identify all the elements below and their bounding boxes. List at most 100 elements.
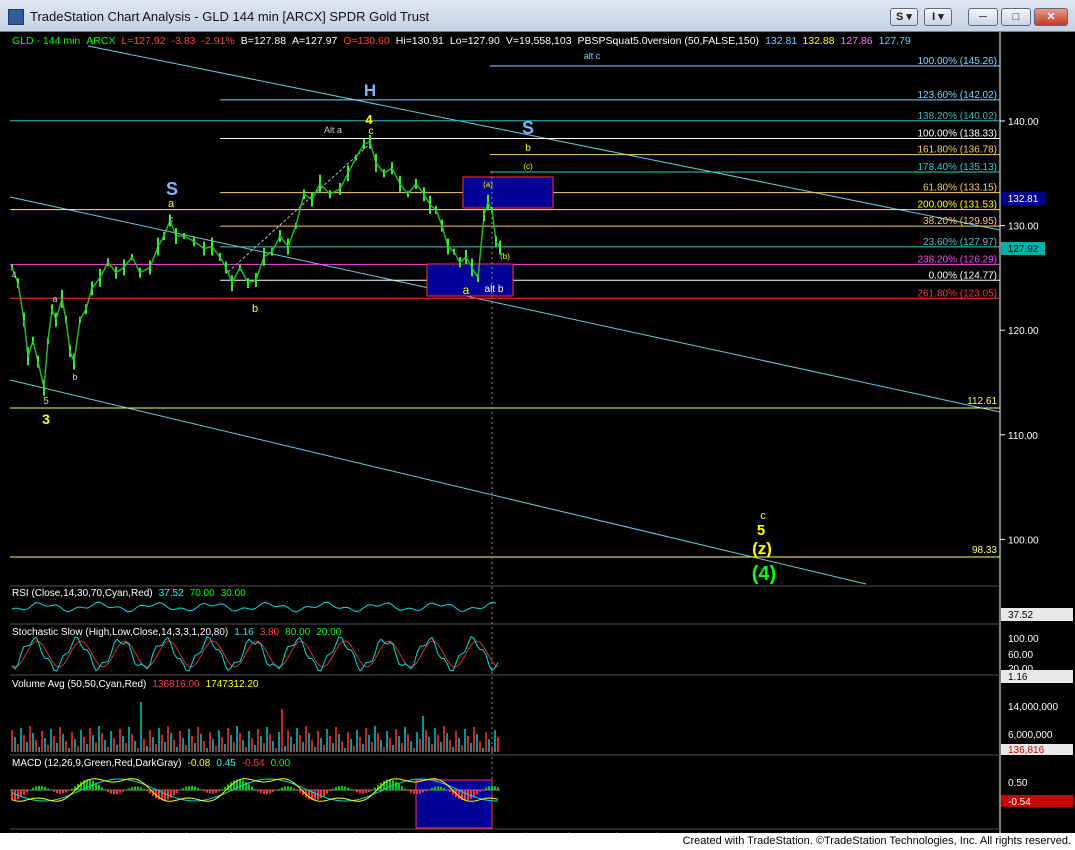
- wave-label: alt c: [584, 51, 601, 61]
- stoch-value: 3.80: [260, 627, 280, 638]
- header-part-14: 127.86: [841, 35, 873, 47]
- stoch-pane-label: Stochastic Slow (High,Low,Close,14,3,3,1…: [12, 627, 342, 638]
- rsi-line: [11, 601, 497, 613]
- macd-value: 0.00: [271, 758, 291, 769]
- price-bar-connector: [43, 340, 49, 388]
- rsi-label-text: RSI (Close,14,30,70,Cyan,Red): [12, 588, 153, 599]
- fib-label: 178.40% (135.13): [917, 162, 997, 173]
- fib-label: 23.60% (127.97): [923, 237, 997, 248]
- header-part-7: O=130.60: [343, 35, 390, 47]
- header-part-2: L=127.92: [121, 35, 165, 47]
- price-tag-127-92: 127.92: [1008, 244, 1039, 255]
- wave-label: (4): [752, 563, 776, 585]
- level-label-112-61: 112.61: [967, 396, 997, 407]
- price-bar-connector: [203, 245, 213, 250]
- price-bar-connector: [279, 235, 289, 247]
- macd-pane-label: MACD (12,26,9,Green,Red,DarkGray) -0.08 0.…: [12, 758, 290, 769]
- indicator-dropdown-button[interactable]: I ▾: [924, 8, 952, 26]
- rsi-value: 30.00: [221, 588, 246, 599]
- wave-label: S: [166, 179, 178, 199]
- wave-label: 4: [365, 112, 373, 127]
- chart-canvas[interactable]: GLD - 144 min ARCX L=127.92 -3.83 -2.91% B=12…: [0, 32, 1075, 833]
- price-bar-connector: [375, 162, 385, 174]
- price-tick-label: 140.00: [1008, 117, 1039, 128]
- macd-value: 0.45: [216, 758, 236, 769]
- maximize-button[interactable]: □: [1001, 8, 1031, 26]
- chart-area[interactable]: GLD - 144 min ARCX L=127.92 -3.83 -2.91% B=12…: [0, 32, 1075, 833]
- fib-label: 261.80% (123.05): [917, 288, 997, 299]
- fib-label: 38.20% (129.95): [923, 216, 997, 227]
- target-box-upper: [462, 176, 554, 209]
- header-part-0: GLD - 144 min: [12, 35, 80, 47]
- header-part-10: V=19,558,103: [506, 35, 572, 47]
- price-tick-label: 130.00: [1008, 222, 1039, 233]
- header-part-13: 132.88: [802, 35, 834, 47]
- macd-value: -0.54: [242, 758, 265, 769]
- channel-lower-line: [9, 379, 867, 585]
- fib-label: 123.60% (142.02): [917, 90, 997, 101]
- price-tick-label: 120.00: [1008, 326, 1039, 337]
- wave-label: S: [522, 118, 534, 138]
- status-bar: Created with TradeStation. ©TradeStation…: [0, 833, 1075, 850]
- price-bar-connector: [91, 277, 101, 289]
- price-tag-132-81: 132.81: [1008, 194, 1039, 205]
- price-bar-connector: [311, 183, 321, 200]
- stoch-tag: 1.16: [1008, 672, 1028, 683]
- macd-tag: -0.54: [1008, 797, 1031, 808]
- price-bar-connector: [73, 319, 81, 362]
- macd-value: -0.08: [188, 758, 211, 769]
- price-bar-connector: [391, 167, 401, 185]
- header-part-11: PBSPSquat5.0version (50,FALSE,150): [578, 35, 760, 47]
- price-bar-connector: [287, 225, 297, 247]
- price-bar-connector: [271, 235, 281, 253]
- wave-label: c: [369, 126, 374, 137]
- price-bar-connector: [193, 240, 205, 250]
- price-bar-connector: [329, 188, 341, 195]
- wave-label: b: [252, 303, 258, 315]
- macd-axis-label: 0.50: [1008, 778, 1028, 789]
- stoch-value: 80.00: [285, 627, 310, 638]
- fib-label: 200.00% (131.53): [917, 200, 997, 211]
- volume-pane-label: Volume Avg (50,50,Cyan,Red) 136816.00 1747…: [12, 679, 259, 690]
- stoch-label-text: Stochastic Slow (High,Low,Close,14,3,3,1…: [12, 627, 228, 638]
- header-part-9: Lo=127.90: [450, 35, 500, 47]
- volume-label-text: Volume Avg (50,50,Cyan,Red): [12, 679, 146, 690]
- price-bar-connector: [211, 246, 221, 258]
- header-part-8: Hi=130.91: [396, 35, 444, 47]
- price-bar-connector: [383, 167, 393, 174]
- chart-header-readout: GLD - 144 min ARCX L=127.92 -3.83 -2.91% B=12…: [12, 35, 911, 47]
- window-titlebar[interactable]: TradeStation Chart Analysis - GLD 144 mi…: [0, 0, 1075, 32]
- stoch-value: 1.16: [234, 627, 254, 638]
- macd-label-text: MACD (12,26,9,Green,Red,DarkGray): [12, 758, 182, 769]
- rsi-value: 37.52: [159, 588, 184, 599]
- copyright-credit: Created with TradeStation. ©TradeStation…: [682, 835, 1071, 847]
- volume-value: 136816.00: [152, 679, 200, 690]
- wave-label: c: [169, 214, 174, 224]
- volume-axis-label: 14,000,000: [1008, 702, 1058, 713]
- minimize-button[interactable]: ─: [968, 8, 998, 26]
- close-button[interactable]: ✕: [1034, 8, 1068, 26]
- header-part-12: 132.81: [765, 35, 797, 47]
- fib-label: 100.00% (138.33): [917, 128, 997, 139]
- stoch-axis-label: 60.00: [1008, 650, 1033, 661]
- wave-label: b: [72, 372, 77, 382]
- rsi-value: 70.00: [190, 588, 215, 599]
- fib-label: 161.80% (136.78): [917, 145, 997, 156]
- wave-label: (c): [523, 162, 533, 171]
- volume-tag: 136,816: [1008, 745, 1045, 756]
- wave-labels: alt cH4cAlt a Sb(c)(a)(b)Sacba alt b53ab4c…: [11, 51, 776, 585]
- header-part-15: 127.79: [879, 35, 911, 47]
- wave-label: a: [168, 198, 175, 210]
- header-part-3: -3.83: [172, 35, 196, 47]
- rsi-tag: 37.52: [1008, 610, 1033, 621]
- tradestation-app-icon: [8, 9, 24, 25]
- volume-value: 1747312.20: [206, 679, 259, 690]
- wave-label: (a): [483, 180, 493, 189]
- channel-middle-line: [9, 196, 1001, 413]
- wave-label: 3: [42, 411, 50, 427]
- price-bar-connector: [255, 256, 265, 281]
- window-title: TradeStation Chart Analysis - GLD 144 mi…: [30, 9, 430, 24]
- rsi-pane-label: RSI (Close,14,30,70,Cyan,Red) 37.52 70.00 3…: [12, 588, 246, 599]
- header-part-4: -2.91%: [202, 35, 235, 47]
- strategy-s-dropdown-button[interactable]: S ▾: [890, 8, 918, 26]
